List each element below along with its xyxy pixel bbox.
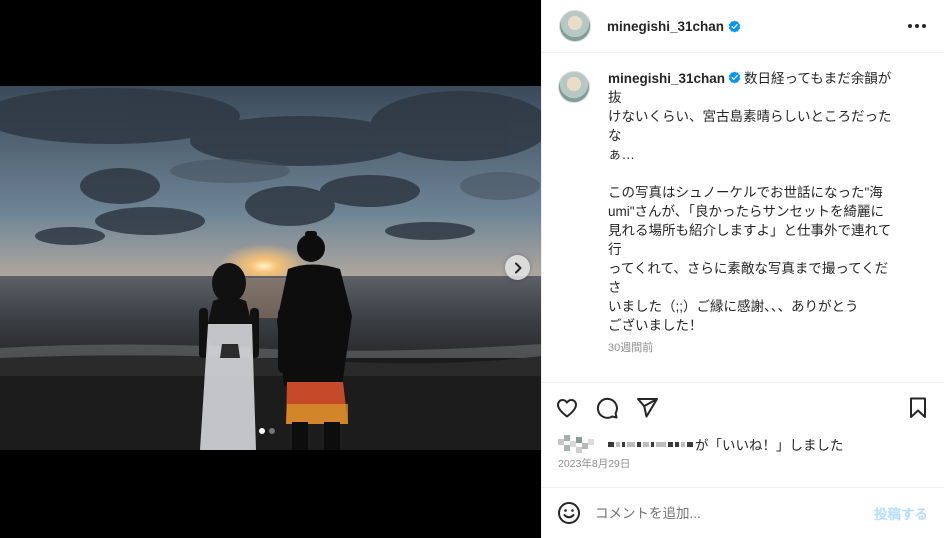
more-horizontal-icon [908, 24, 912, 28]
comments-section: minegishi_31chan 数日経ってもまだ余韻が抜 けないくらい、宮古島… [542, 53, 944, 383]
more-dot [922, 24, 926, 28]
post-media [0, 0, 541, 538]
liker-avatar-pixelated [558, 435, 602, 453]
chevron-right-icon [514, 262, 521, 273]
carousel-dot [268, 428, 275, 434]
add-comment-bar: 投稿する [542, 487, 944, 538]
header-username[interactable]: minegishi_31chan [607, 19, 724, 34]
share-button[interactable] [635, 396, 659, 420]
avatar[interactable] [559, 10, 591, 42]
more-options-button[interactable] [908, 18, 926, 34]
caption: minegishi_31chan 数日経ってもまだ余韻が抜 けないくらい、宮古島… [558, 69, 928, 355]
caption-username[interactable]: minegishi_31chan [608, 71, 725, 86]
save-button[interactable] [906, 396, 930, 420]
caption-body: minegishi_31chan 数日経ってもまだ余韻が抜 けないくらい、宮古島… [608, 69, 900, 355]
action-bar [542, 383, 944, 433]
caption-avatar[interactable] [558, 71, 590, 103]
comment-button[interactable] [595, 396, 619, 420]
comment-icon [596, 397, 618, 419]
post-side-panel: minegishi_31chan minegishi_31chan 数日経っても… [541, 0, 944, 538]
carousel-indicator [0, 428, 537, 434]
next-slide-button[interactable] [505, 255, 530, 280]
more-dot [915, 24, 919, 28]
heart-icon [557, 399, 577, 418]
carousel-dot-active [258, 428, 265, 434]
emoji-icon[interactable] [557, 501, 581, 525]
post-time-ago[interactable]: 30週間前 [608, 341, 900, 355]
post-date[interactable]: 2023年8月29日 [542, 455, 944, 473]
caption-text: けないくらい、宮古島素晴らしいところだったな ぁ… この写真はシュノーケルでお世… [608, 109, 892, 333]
send-icon [637, 398, 658, 418]
post-comment-button[interactable]: 投稿する [874, 503, 928, 523]
likes-text: が「いいね！」しました [695, 438, 844, 453]
instagram-post: minegishi_31chan minegishi_31chan 数日経っても… [0, 0, 944, 538]
verified-badge-icon [728, 19, 741, 33]
post-header: minegishi_31chan [542, 0, 944, 53]
bookmark-icon [910, 397, 926, 418]
verified-badge-icon [728, 71, 741, 84]
comment-input[interactable] [595, 501, 874, 525]
likes-summary[interactable]: が「いいね！」しました [542, 433, 944, 455]
liker-name-pixelated [608, 441, 693, 447]
sunset-photo [0, 86, 541, 450]
like-button[interactable] [555, 396, 579, 420]
